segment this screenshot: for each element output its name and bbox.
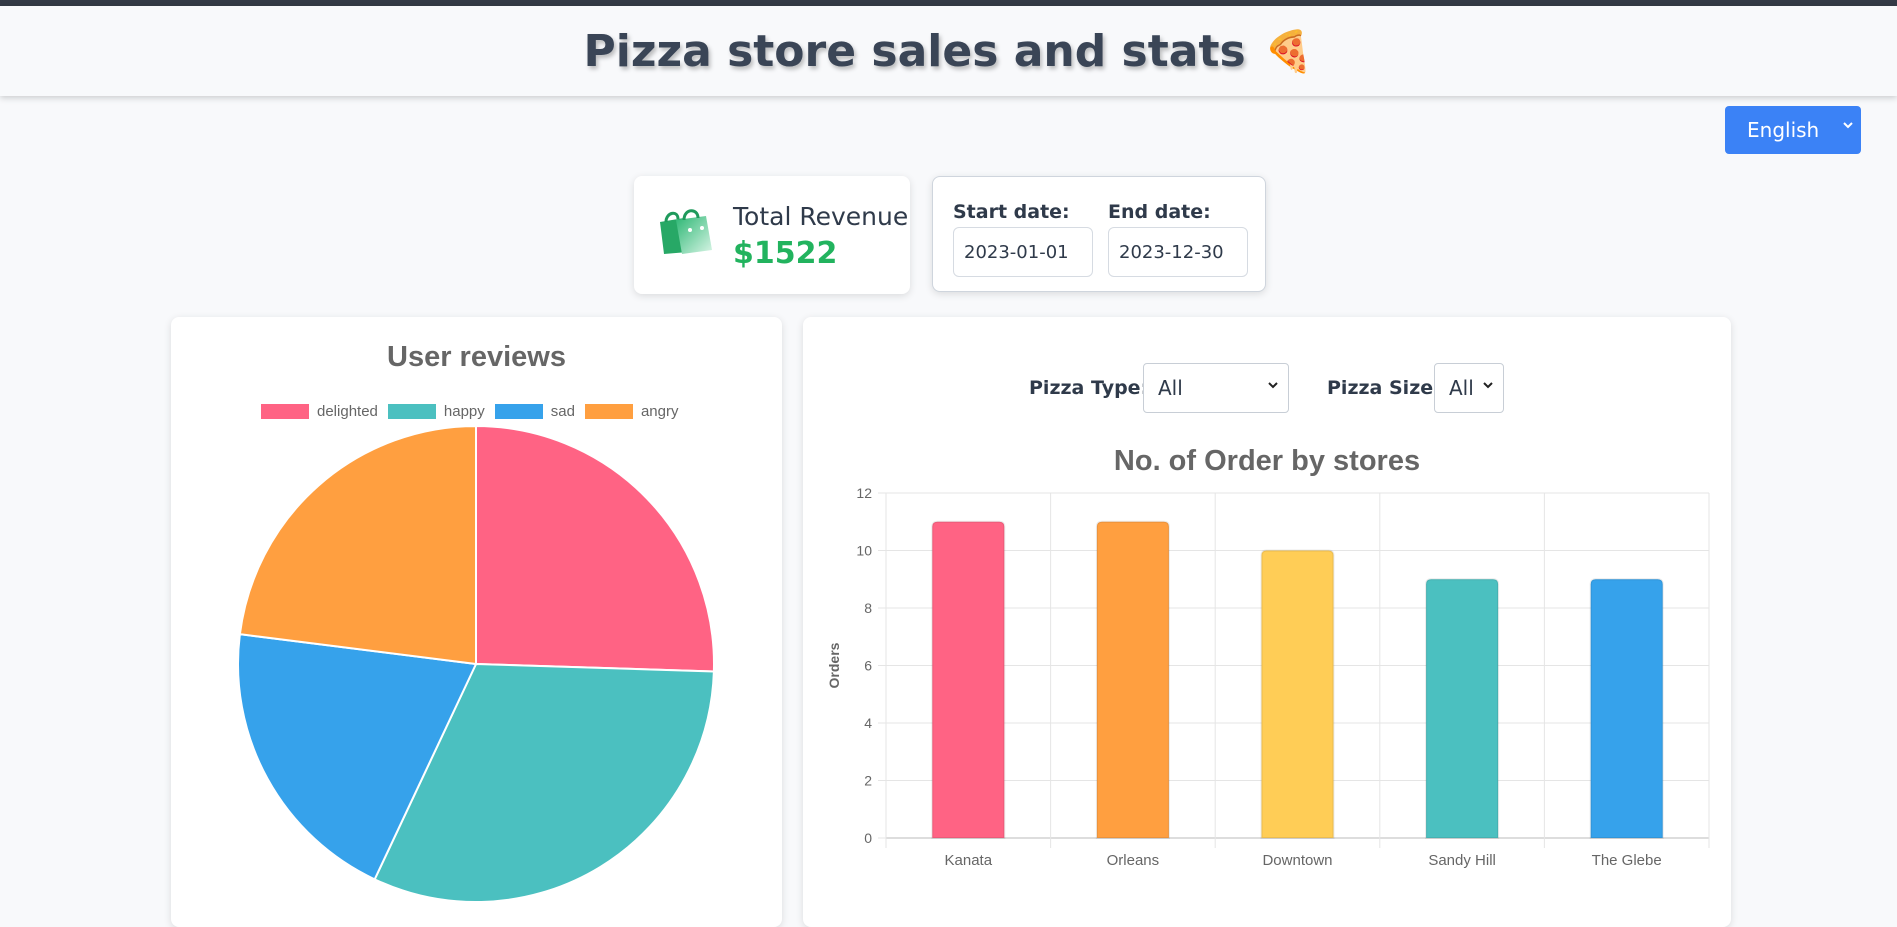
end-date-input[interactable]: 2023-12-30 [1108, 227, 1248, 277]
start-date-input[interactable]: 2023-01-01 [953, 227, 1093, 277]
chevron-down-icon [1483, 382, 1493, 389]
legend-label: delighted [317, 403, 378, 420]
chevron-down-icon [1268, 382, 1278, 389]
legend-item-delighted[interactable]: delighted [261, 403, 378, 420]
pizza-icon: 🍕 [1263, 28, 1314, 75]
legend-label: sad [550, 403, 575, 420]
orders-card: Pizza Type: All Pizza Size: All No. of O… [803, 317, 1731, 927]
revenue-value: $1522 [733, 236, 838, 271]
legend-label: happy [443, 403, 485, 420]
page-title-text: Pizza store sales and stats [583, 25, 1246, 77]
legend-item-happy[interactable]: happy [387, 403, 485, 420]
pizza-size-label: Pizza Size: [1327, 377, 1441, 399]
bar-downtown[interactable] [1260, 549, 1335, 839]
bar-orleans[interactable] [1095, 520, 1170, 839]
x-tick-label: Kanata [945, 852, 993, 869]
y-tick-label: 12 [856, 485, 872, 501]
pizza-type-label: Pizza Type: [1029, 377, 1149, 399]
date-range-card: Start date: 2023-01-01 End date: 2023-12… [932, 176, 1266, 292]
legend-label: angry [640, 403, 679, 420]
user-reviews-card: User reviews delighted happy sad angry [171, 317, 782, 927]
shopping-bag-icon [660, 209, 712, 254]
y-tick-label: 0 [864, 830, 872, 846]
y-tick-label: 6 [864, 658, 872, 674]
x-tick-label: Downtown [1262, 852, 1332, 869]
pizza-type-value: All [1158, 376, 1183, 400]
orders-chart-title: No. of Order by stores [1113, 445, 1421, 477]
pizza-size-select[interactable]: All [1434, 363, 1504, 413]
language-select-value: English [1747, 118, 1820, 142]
y-tick-label: 10 [856, 543, 872, 559]
bar-kanata[interactable] [931, 520, 1006, 839]
x-tick-label: The Glebe [1592, 852, 1662, 869]
bar-sandy-hill[interactable] [1425, 578, 1500, 839]
revenue-label: Total Revenue [733, 202, 909, 231]
chevron-down-icon [1843, 122, 1853, 129]
reviews-pie-chart [237, 427, 715, 903]
reviews-legend: delighted happy sad angry [261, 403, 678, 420]
x-tick-label: Orleans [1107, 852, 1160, 869]
legend-item-angry[interactable]: angry [584, 403, 679, 420]
pizza-type-select[interactable]: All [1143, 363, 1289, 413]
orders-bar-chart: 0 2 4 6 8 10 12 Orders Kanata Orleans Downtown Sand… [826, 485, 1710, 869]
end-date-label: End date: [1108, 201, 1211, 223]
y-tick-label: 8 [864, 600, 872, 616]
pie-slice-delighted[interactable] [475, 427, 715, 673]
pie-slice-angry[interactable] [238, 427, 477, 665]
start-date-label: Start date: [953, 201, 1070, 223]
y-tick-label: 4 [864, 715, 872, 731]
reviews-chart-title: User reviews [387, 341, 566, 373]
legend-item-sad[interactable]: sad [494, 403, 575, 420]
page-header: Pizza store sales and stats 🍕 [0, 6, 1897, 96]
y-axis-label: Orders [826, 642, 842, 688]
language-select[interactable]: English [1725, 106, 1861, 154]
x-tick-label: Sandy Hill [1428, 852, 1496, 869]
pizza-size-value: All [1449, 376, 1474, 400]
y-tick-label: 2 [864, 773, 872, 789]
revenue-card: Total Revenue $1522 [634, 176, 910, 294]
page-title: Pizza store sales and stats 🍕 [584, 26, 1314, 77]
bar-the-glebe[interactable] [1589, 578, 1664, 839]
pizza-filters: Pizza Type: All Pizza Size: All [803, 363, 1731, 415]
